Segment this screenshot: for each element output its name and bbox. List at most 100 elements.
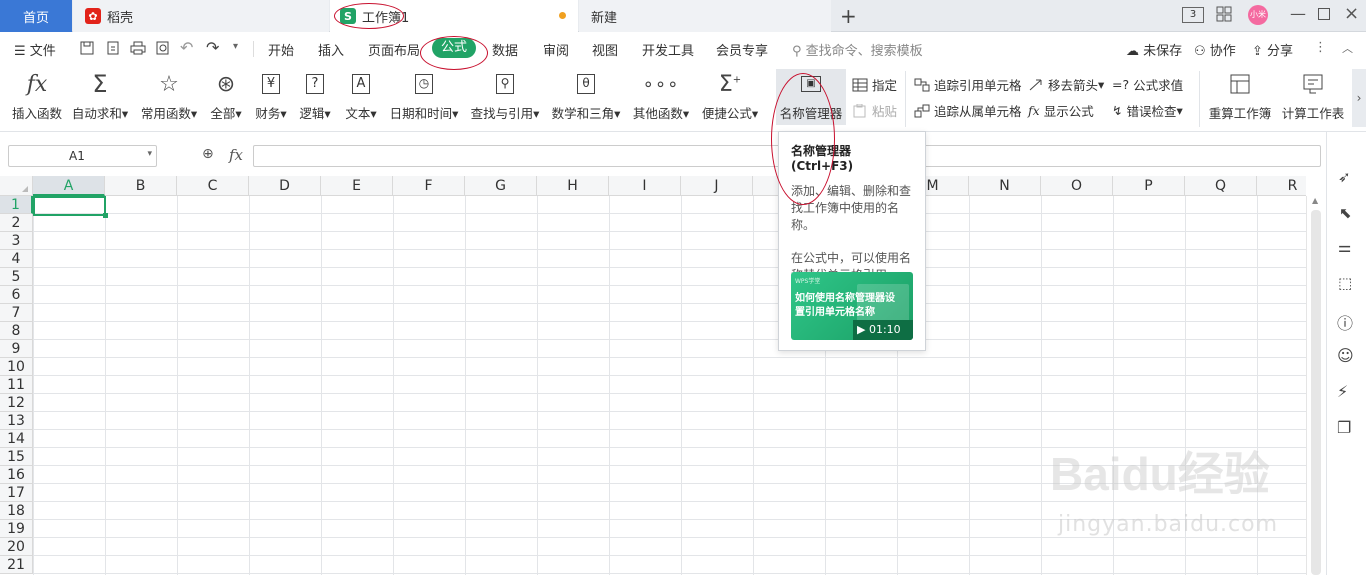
menu-item-member[interactable]: 会员专享 xyxy=(716,40,768,59)
row-header-8[interactable]: 8 xyxy=(0,322,33,340)
user-avatar[interactable]: 小米 xyxy=(1248,5,1268,25)
all-functions-button[interactable]: ⊛ 全部▾ xyxy=(206,69,246,122)
column-header-C[interactable]: C xyxy=(177,176,249,196)
adjust-sliders-icon[interactable]: ⚌ xyxy=(1338,238,1351,256)
grid-apps-icon[interactable] xyxy=(1216,6,1232,25)
lightbulb-icon[interactable]: ⚡ xyxy=(1337,382,1348,401)
column-header-J[interactable]: J xyxy=(681,176,753,196)
restore-icon[interactable] xyxy=(1318,8,1330,20)
datetime-button[interactable]: ◷ 日期和时间▾ xyxy=(388,69,460,122)
command-search[interactable]: ⚲ 查找命令、搜索模板 xyxy=(792,40,923,59)
window-count-badge[interactable]: 3 xyxy=(1182,7,1204,23)
help-icon[interactable]: ⓘ xyxy=(1337,310,1353,334)
menu-item-insert[interactable]: 插入 xyxy=(318,40,344,59)
row-header-19[interactable]: 19 xyxy=(0,520,33,538)
row-header-3[interactable]: 3 xyxy=(0,232,33,250)
save-icon[interactable] xyxy=(80,41,94,58)
column-header-Q[interactable]: Q xyxy=(1185,176,1257,196)
collapse-ribbon-icon[interactable]: ︿ xyxy=(1342,40,1353,56)
row-header-14[interactable]: 14 xyxy=(0,430,33,448)
column-header-O[interactable]: O xyxy=(1041,176,1113,196)
tab-daoke[interactable]: ✿ 稻壳 xyxy=(73,0,329,32)
book-icon[interactable]: ❐ xyxy=(1337,418,1351,437)
column-header-R[interactable]: R xyxy=(1257,176,1329,196)
minimize-icon[interactable]: — xyxy=(1290,4,1306,23)
row-header-18[interactable]: 18 xyxy=(0,502,33,520)
print-preview-icon[interactable] xyxy=(156,41,170,58)
autosum-button[interactable]: Σ 自动求和▾ xyxy=(70,69,130,122)
error-check-button[interactable]: ↯ 错误检查 ▾ xyxy=(1112,101,1183,120)
row-header-11[interactable]: 11 xyxy=(0,376,33,394)
evaluate-formula-button[interactable]: =? 公式求值 xyxy=(1112,75,1183,94)
vertical-scrollbar[interactable]: ▲ xyxy=(1306,196,1326,575)
row-header-13[interactable]: 13 xyxy=(0,412,33,430)
math-trig-button[interactable]: θ 数学和三角▾ xyxy=(548,69,624,122)
row-header-9[interactable]: 9 xyxy=(0,340,33,358)
name-manager-button[interactable]: ▣ 名称管理器 xyxy=(776,69,846,125)
file-menu[interactable]: ☰ 文件 xyxy=(14,40,56,59)
active-cell-a1[interactable] xyxy=(33,196,106,216)
row-header-15[interactable]: 15 xyxy=(0,448,33,466)
recalc-workbook-button[interactable]: 重算工作簿 xyxy=(1206,69,1274,122)
close-icon[interactable]: × xyxy=(1344,3,1359,24)
tab-workbook[interactable]: S 工作簿1 xyxy=(330,0,578,32)
column-header-I[interactable]: I xyxy=(609,176,681,196)
menu-item-review[interactable]: 审阅 xyxy=(543,40,569,59)
trace-precedents-button[interactable]: 追踪引用单元格 xyxy=(914,75,1022,94)
more-menu-icon[interactable]: ⋮ xyxy=(1314,40,1327,55)
column-header-A[interactable]: A xyxy=(33,176,105,196)
column-header-N[interactable]: N xyxy=(969,176,1041,196)
menu-item-page-layout[interactable]: 页面布局 xyxy=(368,40,420,59)
ribbon-scroll-right-icon[interactable]: › xyxy=(1352,69,1366,127)
menu-item-view[interactable]: 视图 xyxy=(592,40,618,59)
export-pdf-icon[interactable] xyxy=(106,41,120,58)
undo-icon[interactable]: ↶ xyxy=(180,38,193,57)
collab-button[interactable]: ⚇ 协作 xyxy=(1194,40,1236,59)
column-header-D[interactable]: D xyxy=(249,176,321,196)
row-header-20[interactable]: 20 xyxy=(0,538,33,556)
insert-function-button[interactable]: fx 插入函数 xyxy=(10,69,64,122)
row-header-12[interactable]: 12 xyxy=(0,394,33,412)
quick-formula-button[interactable]: Σ+ 便捷公式▾ xyxy=(698,69,762,122)
row-header-6[interactable]: 6 xyxy=(0,286,33,304)
row-header-17[interactable]: 17 xyxy=(0,484,33,502)
row-header-16[interactable]: 16 xyxy=(0,466,33,484)
tab-new[interactable]: 新建 xyxy=(579,0,831,32)
add-tab-icon[interactable]: + xyxy=(840,4,857,28)
row-header-10[interactable]: 10 xyxy=(0,358,33,376)
unsaved-status[interactable]: ☁ 未保存 xyxy=(1126,40,1182,59)
paste-button[interactable]: 粘贴 xyxy=(852,101,897,120)
transform-icon[interactable]: ⬚ xyxy=(1338,274,1352,292)
column-header-H[interactable]: H xyxy=(537,176,609,196)
name-box[interactable]: A1 ▾ xyxy=(8,145,157,167)
column-header-G[interactable]: G xyxy=(465,176,537,196)
quick-access-dropdown-icon[interactable]: ▾ xyxy=(233,41,238,52)
column-header-F[interactable]: F xyxy=(393,176,465,196)
zoom-search-icon[interactable]: ⊕ xyxy=(202,146,214,162)
fx-button[interactable]: fx xyxy=(229,146,243,164)
row-header-21[interactable]: 21 xyxy=(0,556,33,574)
menu-item-developer[interactable]: 开发工具 xyxy=(642,40,694,59)
name-box-dropdown-icon[interactable]: ▾ xyxy=(147,149,152,159)
row-header-2[interactable]: 2 xyxy=(0,214,33,232)
other-functions-button[interactable]: ∘∘∘ 其他函数▾ xyxy=(630,69,692,122)
scrollbar-thumb[interactable] xyxy=(1311,210,1321,575)
print-icon[interactable] xyxy=(130,41,146,58)
fill-handle[interactable] xyxy=(103,213,108,218)
rocket-icon[interactable]: ➶ xyxy=(1338,168,1351,186)
finance-button[interactable]: ¥ 财务▾ xyxy=(252,69,290,122)
row-header-4[interactable]: 4 xyxy=(0,250,33,268)
common-functions-button[interactable]: ☆ 常用函数▾ xyxy=(138,69,200,122)
row-header-1[interactable]: 1 xyxy=(0,196,33,214)
remove-arrows-button[interactable]: 移去箭头 ▾ xyxy=(1028,75,1104,94)
lookup-reference-button[interactable]: ⚲ 查找与引用▾ xyxy=(468,69,542,122)
scroll-up-icon[interactable]: ▲ xyxy=(1312,196,1318,205)
column-header-P[interactable]: P xyxy=(1113,176,1185,196)
column-header-E[interactable]: E xyxy=(321,176,393,196)
row-header-7[interactable]: 7 xyxy=(0,304,33,322)
show-formula-button[interactable]: fx 显示公式 xyxy=(1028,101,1094,120)
menu-item-formula[interactable]: 公式 xyxy=(432,38,476,58)
menu-item-start[interactable]: 开始 xyxy=(268,40,294,59)
share-button[interactable]: ⇪ 分享 xyxy=(1252,40,1293,59)
logic-button[interactable]: ? 逻辑▾ xyxy=(296,69,334,122)
